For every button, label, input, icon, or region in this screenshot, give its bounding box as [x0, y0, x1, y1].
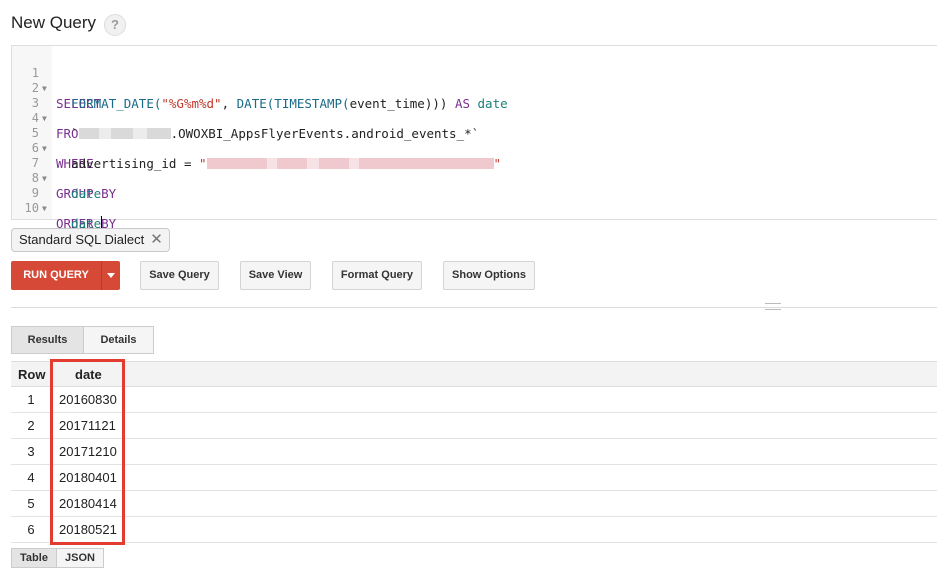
cell-date: 20160830	[59, 392, 117, 407]
cell-row-number: 3	[27, 444, 35, 459]
cell-row-number: 2	[27, 418, 35, 433]
panel-divider	[11, 307, 937, 308]
table-header: Row date	[11, 361, 937, 387]
code-line: 5 ▼ WHERE	[12, 111, 932, 171]
format-query-button[interactable]: Format Query	[332, 261, 422, 290]
table-row: 5 20180414	[11, 491, 937, 517]
help-icon[interactable]: ?	[104, 14, 126, 36]
save-query-button[interactable]: Save Query	[140, 261, 219, 290]
cell-date: 20171121	[59, 418, 116, 433]
fold-icon[interactable]: ▼	[42, 201, 47, 216]
line-number: 10	[24, 201, 39, 215]
header-date: date	[75, 367, 102, 382]
close-icon[interactable]: ✕	[150, 231, 163, 248]
code-line: 7 ▼ GROUP BY	[12, 141, 932, 201]
code-line: 8 date	[12, 156, 932, 201]
run-query-button[interactable]: RUN QUERY	[11, 261, 101, 290]
cell-row-number: 5	[27, 496, 35, 511]
tab-table[interactable]: Table	[11, 548, 57, 568]
dialect-chip: Standard SQL Dialect ✕	[11, 228, 170, 252]
code-line: 6 advertising_id = " "	[12, 126, 932, 171]
tab-details[interactable]: Details	[83, 326, 154, 354]
save-view-button[interactable]: Save View	[240, 261, 311, 290]
run-options-dropdown[interactable]	[101, 261, 120, 290]
code-line: 10 date	[12, 186, 932, 231]
code-line: 3 ▼ FROM	[12, 81, 932, 141]
code-line: 2 FORMAT_DATE("%G%m%d", DATE(TIMESTAMP(e…	[12, 66, 932, 111]
resize-handle[interactable]	[765, 303, 781, 310]
code-line: 9 ▼ ORDER BY	[12, 171, 932, 231]
code-line: 4 ` .OWOXBI_AppsFlyerEvents.android_event…	[12, 96, 932, 141]
cell-row-number: 4	[27, 470, 35, 485]
sql-editor[interactable]: 1 ▼ SELECT 2 FORMAT_DATE("%G%m%d", DATE(…	[11, 45, 937, 231]
cell-row-number: 1	[27, 392, 35, 407]
dialect-label: Standard SQL Dialect	[19, 232, 145, 247]
tab-results[interactable]: Results	[11, 326, 84, 354]
cell-date: 20180521	[59, 522, 117, 537]
cell-row-number: 6	[27, 522, 35, 537]
table-row: 1 20160830	[11, 387, 937, 413]
table-row: 3 20171210	[11, 439, 937, 465]
cell-date: 20180401	[59, 470, 117, 485]
cell-date: 20171210	[59, 444, 117, 459]
tab-json[interactable]: JSON	[56, 548, 104, 568]
cell-date: 20180414	[59, 496, 117, 511]
table-row: 6 20180521	[11, 517, 937, 543]
show-options-button[interactable]: Show Options	[443, 261, 535, 290]
header-row: Row	[18, 367, 46, 382]
code-line: 1 ▼ SELECT	[12, 51, 932, 111]
table-row: 4 20180401	[11, 465, 937, 491]
table-row: 2 20171121	[11, 413, 937, 439]
page-title: New Query	[11, 13, 97, 32]
